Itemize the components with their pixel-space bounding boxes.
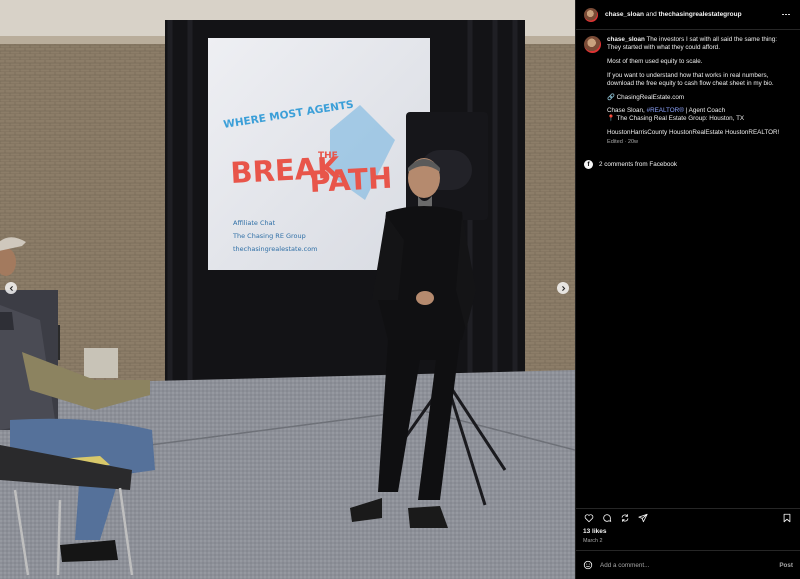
facebook-icon: f [584,159,593,169]
collaborator-username[interactable]: thechasingrealestategroup [659,11,742,18]
slide-path: PATH [309,161,394,199]
post-photo[interactable]: WHERE MOST AGENTS BREAK THE PATH Affilia… [0,0,575,579]
facebook-comments-link[interactable]: f 2 comments from Facebook [584,159,792,169]
post-details-panel: chase_sloan and thechasingrealestategrou… [575,0,800,579]
likes-count[interactable]: 13 likes [583,528,607,535]
caption-text: chase_sloan The investors I sat with all… [607,36,792,147]
caption-line2: Most of them used equity to scale. [607,57,703,65]
edited-timestamp: Edited · 20w [607,139,639,146]
more-dot [785,13,787,16]
caption-area: chase_sloan The investors I sat with all… [576,30,800,509]
post-authors: chase_sloan and thechasingrealestategrou… [605,11,742,18]
heart-icon [584,513,594,522]
action-bar [576,508,800,526]
comment-icon [603,513,612,522]
avatar[interactable] [584,7,598,22]
author-conjunction: and [645,11,657,18]
previous-image-button[interactable] [5,282,17,294]
hashtag-realtor[interactable]: #REALTOR® [647,107,684,114]
bio-role: | Agent Coach [683,107,726,115]
more-dot [788,13,791,16]
share-icon [638,513,648,522]
next-image-button[interactable] [557,282,569,294]
caption-line3: If you want to understand how that works… [607,71,774,87]
slide-the: THE [318,151,338,161]
event-photo-illustration: WHERE MOST AGENTS BREAK THE PATH Affilia… [0,0,575,579]
repost-icon [621,513,629,522]
chevron-right-icon [561,285,565,291]
facebook-comments-label: 2 comments from Facebook [599,160,678,168]
slide-small2: The Chasing RE Group [232,232,306,240]
emoji-button[interactable] [583,560,593,570]
bio-name: Chase Sloan, [607,107,647,115]
bookmark-icon [783,513,791,522]
caption-link[interactable]: 🔗 ChasingRealEstate.com [607,94,792,102]
caption-location: 📍 The Chasing Real Estate Group: Houston… [607,115,745,123]
caption-username[interactable]: chase_sloan [607,36,645,43]
caption-hashtags: HoustonHarrisCounty HoustonRealEstate Ho… [607,129,780,137]
comment-bar: Post [576,550,800,579]
save-button[interactable] [781,512,793,524]
repost-button[interactable] [619,512,631,524]
slide-small3: thechasingrealestate.com [233,245,318,253]
share-button[interactable] [637,512,649,524]
post-date: March 2 [583,538,603,544]
emoji-icon [583,560,593,570]
caption-avatar[interactable] [584,36,601,53]
chevron-left-icon [9,285,13,291]
comment-button[interactable] [601,512,613,524]
post-header: chase_sloan and thechasingrealestategrou… [576,0,800,30]
more-options-button[interactable] [780,10,792,20]
post-comment-button[interactable]: Post [779,562,793,569]
more-horizontal-icon [781,13,784,16]
slide-small1: Affiliate Chat [233,219,276,227]
like-button[interactable] [583,512,595,524]
comment-input[interactable] [600,561,760,569]
author-username[interactable]: chase_sloan [605,11,644,18]
